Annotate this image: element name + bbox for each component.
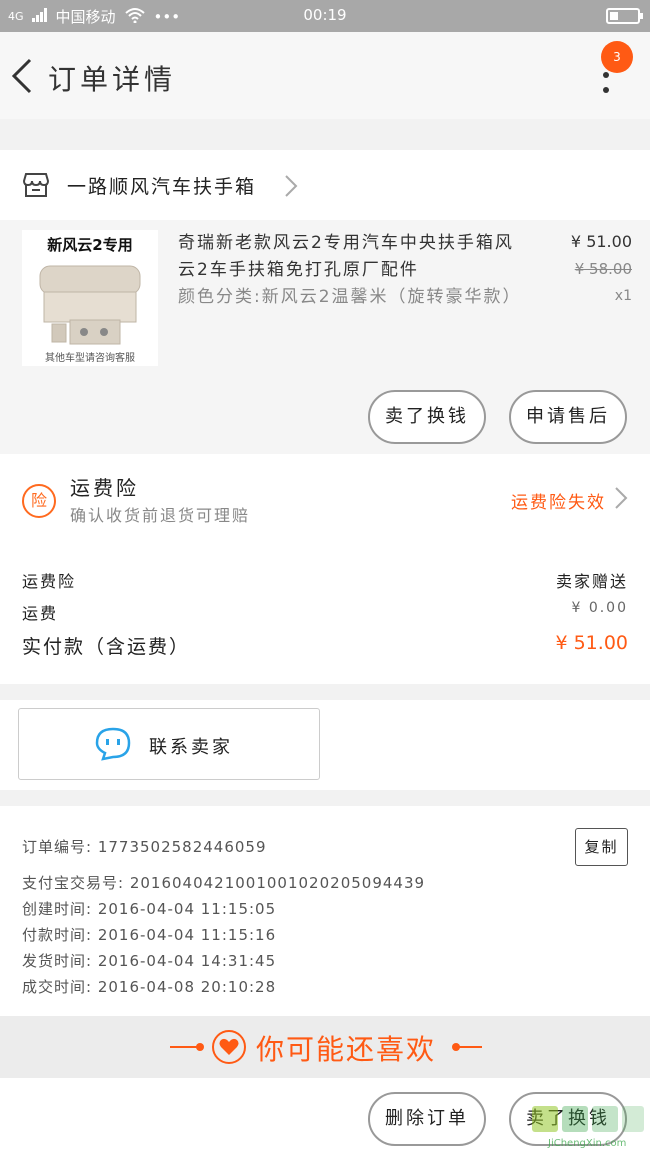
insurance-subtitle: 确认收货前退货可理赔 [70, 506, 251, 525]
status-bar: 4G 中国移动 ••• 00:19 [0, 0, 650, 32]
delete-order-button[interactable]: 删除订单 [368, 1092, 486, 1146]
sell-button[interactable]: 卖了换钱 [368, 390, 486, 444]
shipped-time: 发货时间: 2016-04-04 14:31:45 [22, 952, 277, 970]
after-sales-button[interactable]: 申请售后 [509, 390, 627, 444]
fee-label: 运费 [22, 604, 59, 623]
nav-header: 订单详情 3 [0, 32, 650, 119]
watermark-text: JiChengXin.com [548, 1138, 627, 1149]
fee-row-insurance: 运费险 卖家赠送 [22, 568, 628, 592]
created-time: 创建时间: 2016-04-04 11:15:05 [22, 900, 277, 918]
product-spec: 颜色分类:新风云2温馨米（旋转豪华款） [178, 287, 522, 307]
more-menu-icon[interactable] [596, 72, 616, 122]
shop-name: 一路顺风汽车扶手箱 [67, 176, 257, 198]
contact-section: 联系卖家 [0, 700, 650, 790]
recommend-title: 你可能还喜欢 [256, 1033, 437, 1066]
contact-seller-label: 联系卖家 [149, 737, 233, 758]
fee-value: ¥ 0.00 [571, 600, 628, 616]
clock: 00:19 [303, 6, 347, 24]
product-title[interactable]: 奇瑞新老款风云2专用汽车中央扶手箱风云2车手扶箱免打孔原厂配件 [178, 230, 528, 284]
fee-row-shipping: 运费 ¥ 0.00 [22, 600, 628, 624]
fee-label: 运费险 [22, 572, 77, 591]
fee-value: 卖家赠送 [555, 572, 628, 591]
order-item[interactable]: 新风云2专用 其他车型请咨询客服 奇瑞新老款风云2专用汽车中央扶手箱风云2车手扶… [0, 220, 650, 454]
insurance-title: 运费险 [70, 476, 139, 500]
page-title: 订单详情 [48, 63, 177, 96]
product-price: ¥ 51.00 [570, 232, 632, 251]
heart-icon [212, 1030, 246, 1064]
message-badge[interactable]: 3 [601, 41, 633, 73]
total-label: 实付款（含运费） [22, 636, 191, 658]
contact-seller-button[interactable]: 联系卖家 [18, 708, 320, 780]
shipping-insurance-row[interactable]: 险 运费险 确认收货前退货可理赔 运费险失效 [0, 454, 650, 544]
watermark-logo: JiChengXin.com [528, 1100, 648, 1155]
product-image-footer: 其他车型请咨询客服 [45, 353, 135, 364]
order-number: 订单编号: 1773502582446059 [22, 838, 267, 856]
recommend-banner: 你可能还喜欢 [0, 1016, 650, 1078]
insurance-status: 运费险失效 [511, 493, 606, 513]
product-image[interactable]: 新风云2专用 其他车型请咨询客服 [22, 230, 158, 366]
shop-icon [22, 172, 50, 198]
alipay-number: 支付宝交易号: 2016040421001001020205094439 [22, 874, 426, 892]
paid-time: 付款时间: 2016-04-04 11:15:16 [22, 926, 277, 944]
chat-smile-icon [95, 727, 131, 761]
completed-time: 成交时间: 2016-04-08 20:10:28 [22, 978, 277, 996]
product-quantity: x1 [614, 288, 632, 304]
product-original-price: ¥ 58.00 [574, 260, 632, 278]
insurance-icon: 险 [22, 484, 56, 518]
copy-button[interactable]: 复制 [575, 828, 628, 866]
shop-row[interactable]: 一路顺风汽车扶手箱 [0, 150, 650, 220]
battery-icon [606, 8, 643, 24]
fee-summary: 运费险 卖家赠送 运费 ¥ 0.00 实付款（含运费） ¥ 51.00 [0, 544, 650, 684]
fee-row-total: 实付款（含运费） ¥ 51.00 [22, 632, 628, 659]
back-icon[interactable] [8, 56, 38, 96]
chevron-right-icon [614, 486, 628, 510]
total-value: ¥ 51.00 [555, 632, 628, 654]
chevron-right-icon [284, 174, 298, 198]
order-info: 订单编号: 1773502582446059 复制 支付宝交易号: 201604… [0, 806, 650, 1016]
